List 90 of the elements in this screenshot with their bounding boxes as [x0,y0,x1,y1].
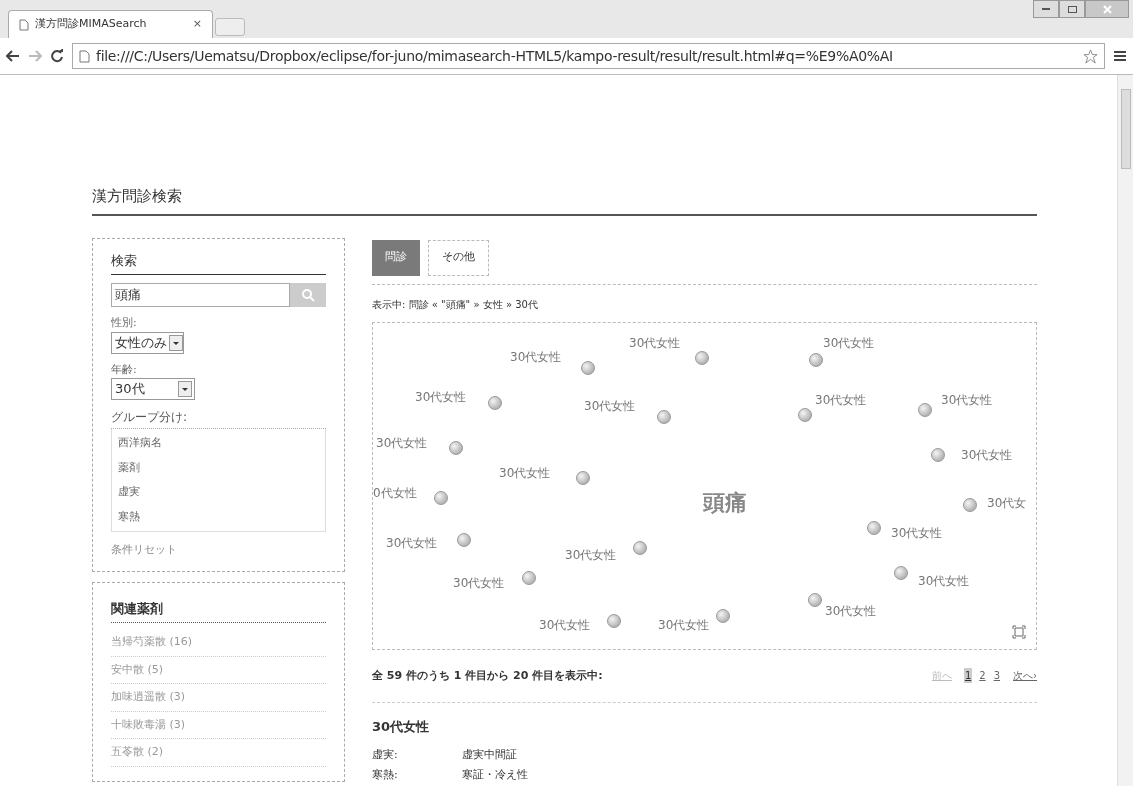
node-label: 30代女性 [386,535,438,550]
graph-node[interactable] [581,360,595,375]
node-label: 30代女性 [918,573,970,588]
page-link[interactable]: 3 [992,668,1001,684]
result-title: 30代女性 [372,718,431,736]
tab[interactable]: その他 [428,239,489,276]
caret-icon [178,381,192,397]
page-icon [79,49,90,63]
new-tab-button[interactable] [215,18,245,36]
search-field[interactable]: 頭痛 [111,283,290,307]
sex-select[interactable]: 女性のみ [111,331,184,354]
menu-icon[interactable] [1113,50,1127,62]
tab[interactable]: 問診 [372,239,420,276]
minimize-button[interactable] [1033,0,1059,18]
group-option[interactable]: 寒熱 [112,504,325,529]
graph-node[interactable] [657,409,671,424]
forward-icon[interactable] [28,50,42,62]
group-option[interactable]: 西洋病名 [112,431,325,456]
field-value: 虚実中間証 [462,746,517,763]
node-label: 30代女性 [941,392,993,407]
node-label: 30代女 [987,495,1027,510]
graph-node[interactable] [963,497,977,512]
graph-node[interactable] [695,350,709,365]
panel-title: 検索 [111,250,326,275]
graph-node[interactable] [607,613,621,628]
node-label: 30代女性 [453,575,505,590]
graph-node[interactable] [576,470,590,485]
graph-node[interactable] [867,520,881,535]
filter-summary: 表示中: 問診 « "頭痛" » 女性 » 30代 [372,297,539,312]
graph-node[interactable] [798,407,812,422]
field-label: 虚実: [372,746,399,763]
node-label: 0代女性 [373,485,417,500]
page-title: 漢方問診検索 [92,185,1037,216]
node-label: 30代女性 [415,389,467,404]
next-link[interactable]: 次へ› [1013,668,1037,684]
graph-node[interactable] [808,592,822,607]
reset-link[interactable]: 条件リセット [111,542,326,559]
graph-node[interactable] [488,395,502,410]
tab-title: 漢方問診MIMASearch [35,16,148,33]
age-select[interactable]: 30代 [111,378,195,400]
group-option[interactable]: 薬剤 [112,455,325,480]
node-label: 30代女性 [815,392,867,407]
node-label: 30代女性 [584,398,636,413]
node-label: 30代女性 [823,335,875,350]
graph-node[interactable] [457,532,471,547]
field-value: 寒証・冷え性 [462,767,528,783]
node-label: 30代女性 [658,617,710,632]
results-summary: 全 59 件のうち 1 件目から 20 件目を表示中: [372,667,603,684]
field-label: 寒熱: [372,767,399,783]
tab-close-button[interactable]: × [192,16,202,33]
graph-node[interactable] [894,565,908,580]
node-label: 30代女性 [499,465,551,480]
center-node-label: 頭痛 [703,488,747,517]
age-label: 年齢: [111,361,138,378]
node-label: 30代女性 [891,525,943,540]
address-bar[interactable]: file:///C:/Users/Uematsu/Dropbox/eclipse/for-juno/mimasearch-HTML5/kampo-result/result/result.html#q=%E9%A0%AI [72,43,1105,69]
page-link[interactable]: 1 [963,668,973,684]
caret-icon [169,334,183,351]
reload-icon[interactable] [50,49,64,63]
graph-node[interactable] [809,352,823,367]
graph-node[interactable] [449,440,463,455]
search-button[interactable] [290,283,326,307]
graph-node[interactable] [716,608,730,623]
graph-node[interactable] [633,540,647,555]
star-icon[interactable] [1083,48,1098,64]
maximize-button[interactable] [1059,0,1085,18]
node-label: 30代女性 [539,617,591,632]
node-label: 30代女性 [961,447,1013,462]
back-icon[interactable] [6,50,20,62]
group-label: グループ分け: [111,408,326,429]
close-icon [1102,4,1112,14]
graph-node[interactable] [931,447,945,462]
panel-title: 関連薬剤 [111,598,326,623]
page-link[interactable]: 2 [978,668,987,684]
node-label: 30代女性 [565,547,617,562]
node-label: 30代女性 [510,349,562,364]
graph-node[interactable] [918,402,932,417]
graph-node[interactable] [434,490,448,505]
sex-label: 性別: [111,315,138,331]
browser-tab[interactable]: 漢方問診MIMASearch × [8,10,213,38]
close-button[interactable] [1085,0,1129,18]
fullscreen-icon[interactable] [1012,624,1026,639]
node-label: 30代女性 [376,435,428,450]
node-label: 30代女性 [629,335,681,350]
group-option[interactable]: 虚実 [112,480,325,505]
page-icon [19,18,29,31]
graph-node[interactable] [522,570,536,585]
search-icon [301,288,315,302]
node-label: 30代女性 [825,603,877,618]
url-text: file:///C:/Users/Uematsu/Dropbox/eclipse/for-juno/mimasearch-HTML5/kampo-result/result/result.html#q=%E9%A0%AI [96,46,894,66]
